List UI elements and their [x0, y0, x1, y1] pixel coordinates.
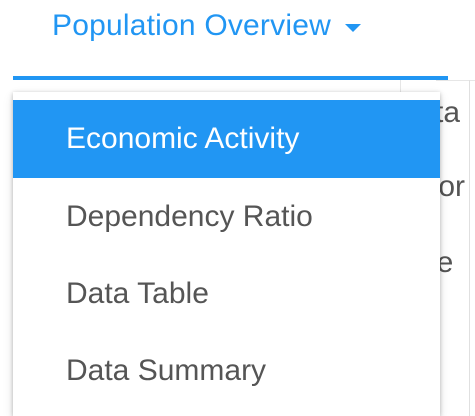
menu-item-data-summary[interactable]: Data Summary: [13, 332, 440, 409]
menu-item-data-table[interactable]: Data Table: [13, 255, 440, 332]
menu-item-label: Dependency Ratio: [66, 199, 313, 233]
dropdown-label: Population Overview: [52, 9, 331, 42]
active-tab-underline: [13, 76, 448, 80]
screen: sta Vor ne Population Overview Economic …: [0, 0, 475, 416]
menu-item-label: Data Summary: [66, 353, 267, 387]
menu-item-label: Economic Activity: [66, 122, 300, 155]
caret-down-icon: [344, 24, 361, 32]
menu-item-label: Data Table: [66, 276, 209, 310]
dropdown-menu: Economic Activity Dependency Ratio Data …: [13, 92, 440, 416]
population-overview-dropdown[interactable]: Population Overview: [52, 6, 361, 46]
menu-item-dependency-ratio[interactable]: Dependency Ratio: [13, 178, 440, 255]
menu-item-economic-activity[interactable]: Economic Activity: [13, 100, 440, 178]
background-edge: [469, 80, 470, 416]
